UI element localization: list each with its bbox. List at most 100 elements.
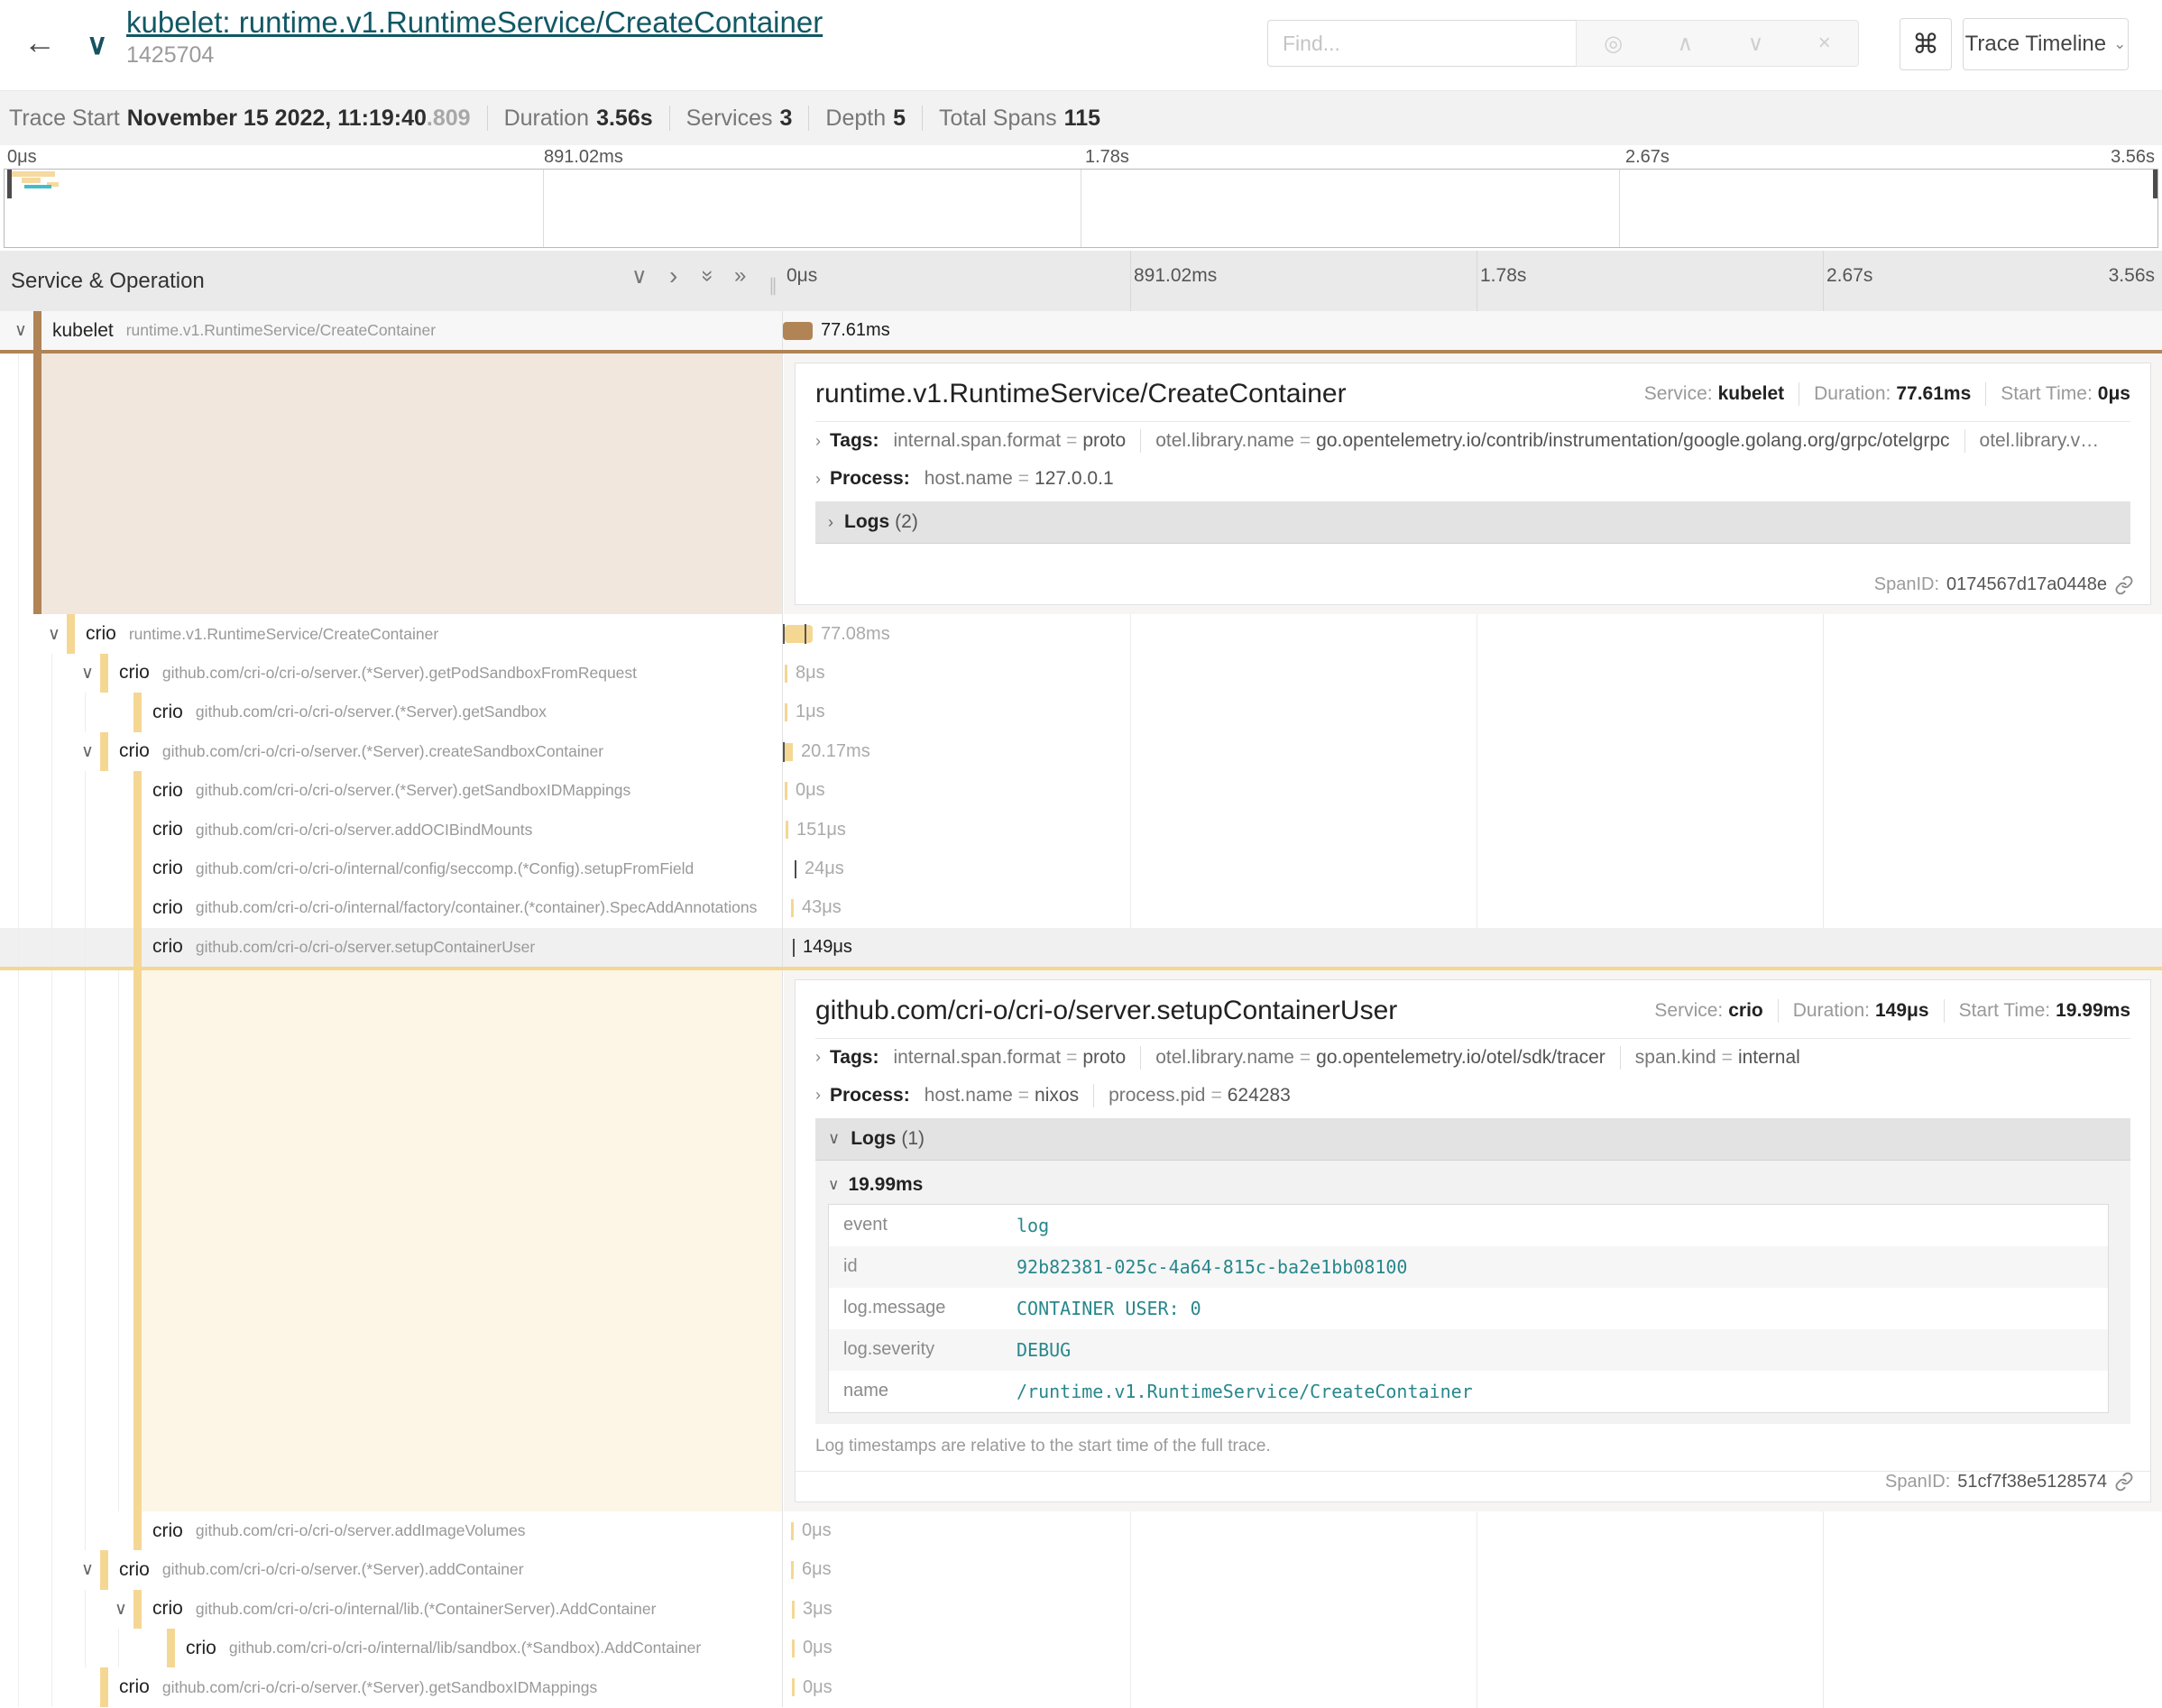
span-duration-bar[interactable] [785, 665, 787, 683]
find-input[interactable] [1267, 20, 1576, 67]
span-timeline-cell[interactable]: 77.08ms [783, 614, 2162, 653]
span-duration-bar[interactable] [786, 821, 788, 839]
span-row[interactable]: criogithub.com/cri-o/cri-o/internal/conf… [0, 849, 2162, 888]
span-row[interactable]: ∨criogithub.com/cri-o/cri-o/server.(*Ser… [0, 732, 2162, 771]
logs-accordion[interactable]: ∨ Logs (1) [815, 1118, 2130, 1161]
span-name-cell[interactable]: criogithub.com/cri-o/cri-o/server.addIma… [0, 1511, 783, 1550]
link-icon[interactable] [2114, 1472, 2134, 1492]
column-resizer-handle[interactable]: ∥ [768, 274, 779, 297]
span-row[interactable]: criogithub.com/cri-o/cri-o/server.setupC… [0, 928, 2162, 967]
process-row[interactable]: › Process: host.name=nixosprocess.pid=62… [815, 1077, 2130, 1115]
span-duration-bar[interactable] [792, 1678, 795, 1696]
span-duration-bar[interactable] [793, 939, 795, 957]
span-duration-bar[interactable] [783, 322, 813, 340]
span-name-cell[interactable]: ∨criogithub.com/cri-o/cri-o/server.(*Ser… [0, 654, 783, 693]
span-row[interactable]: criogithub.com/cri-o/cri-o/server.addOCI… [0, 810, 2162, 849]
span-duration-bar[interactable] [785, 625, 813, 643]
chevron-down-icon[interactable]: ∨ [11, 311, 31, 350]
span-timeline-cell[interactable]: 24μs [783, 849, 2162, 888]
expand-all-icon[interactable]: » [734, 251, 746, 301]
chevron-down-icon[interactable]: ∨ [78, 732, 97, 771]
span-row[interactable]: criogithub.com/cri-o/cri-o/server.(*Serv… [0, 771, 2162, 810]
next-result-icon[interactable]: ∨ [1748, 31, 1764, 57]
span-name-cell[interactable]: criogithub.com/cri-o/cri-o/server.addOCI… [0, 810, 783, 849]
minimap-tick: 2.67s [1625, 147, 1670, 168]
span-row[interactable]: ∨kubeletruntime.v1.RuntimeService/Create… [0, 311, 2162, 350]
clear-find-icon[interactable]: × [1818, 31, 1831, 56]
span-duration-bar[interactable] [795, 860, 796, 878]
span-name-cell[interactable]: ∨criogithub.com/cri-o/cri-o/internal/lib… [0, 1590, 783, 1629]
span-row[interactable]: criogithub.com/cri-o/cri-o/internal/lib/… [0, 1629, 2162, 1667]
span-name-cell[interactable]: criogithub.com/cri-o/cri-o/server.(*Serv… [0, 1667, 783, 1706]
span-timeline-cell[interactable]: 149μs [783, 928, 2162, 967]
find-controls: ◎ ∧ ∨ × [1576, 20, 1859, 67]
tags-row[interactable]: › Tags: internal.span.format=protootel.l… [815, 1039, 2130, 1077]
span-timeline-cell[interactable]: 3μs [783, 1590, 2162, 1629]
span-name-cell[interactable]: criogithub.com/cri-o/cri-o/server.(*Serv… [0, 693, 783, 731]
span-row[interactable]: ∨crioruntime.v1.RuntimeService/CreateCon… [0, 614, 2162, 653]
span-row[interactable]: ∨criogithub.com/cri-o/cri-o/server.(*Ser… [0, 654, 2162, 693]
span-timeline-cell[interactable]: 8μs [783, 654, 2162, 693]
span-name-cell[interactable]: ∨kubeletruntime.v1.RuntimeService/Create… [0, 311, 783, 350]
span-timeline-cell[interactable]: 77.61ms [783, 311, 2162, 350]
span-timeline-cell[interactable]: 0μs [783, 1667, 2162, 1706]
span-row[interactable]: ∨criogithub.com/cri-o/cri-o/internal/lib… [0, 1590, 2162, 1629]
span-timeline-cell[interactable]: 20.17ms [783, 732, 2162, 771]
span-duration-bar[interactable] [792, 1639, 795, 1657]
tag-pair: host.name=nixos [925, 1085, 1079, 1107]
span-name-cell[interactable]: ∨crioruntime.v1.RuntimeService/CreateCon… [0, 614, 783, 653]
span-name-cell[interactable]: criogithub.com/cri-o/cri-o/internal/fact… [0, 888, 783, 927]
keyboard-shortcuts-button[interactable]: ⌘ [1900, 18, 1952, 70]
chevron-down-icon[interactable]: ∨ [78, 1550, 97, 1589]
log-entry-header[interactable]: ∨ 19.99ms [828, 1166, 2121, 1204]
span-timeline-cell[interactable]: 6μs [783, 1550, 2162, 1589]
span-duration-bar[interactable] [785, 782, 787, 800]
chevron-down-icon[interactable]: ∨ [78, 654, 97, 693]
tags-row[interactable]: › Tags: internal.span.format=protootel.l… [815, 422, 2130, 460]
indent-guide [51, 1511, 52, 1550]
logs-accordion[interactable]: › Logs (2) [815, 501, 2130, 544]
trace-title-link[interactable]: kubelet: runtime.v1.RuntimeService/Creat… [126, 5, 823, 40]
indent-guide [51, 888, 52, 927]
span-timeline-cell[interactable]: 0μs [783, 1629, 2162, 1667]
link-icon[interactable] [2114, 575, 2134, 595]
span-duration-bar[interactable] [785, 703, 787, 721]
collapse-all-icon[interactable]: » [683, 270, 733, 281]
minimap-left-handle[interactable] [7, 170, 12, 198]
indent-guide [18, 654, 19, 693]
span-timeline-cell[interactable]: 0μs [783, 771, 2162, 810]
span-name-cell[interactable]: criogithub.com/cri-o/cri-o/server.setupC… [0, 928, 783, 967]
view-selector-button[interactable]: Trace Timeline ⌄ [1963, 18, 2129, 70]
span-row[interactable]: criogithub.com/cri-o/cri-o/server.addIma… [0, 1511, 2162, 1550]
span-timeline-cell[interactable]: 43μs [783, 888, 2162, 927]
chevron-down-icon[interactable]: ∨ [111, 1590, 131, 1629]
span-name-cell[interactable]: criogithub.com/cri-o/cri-o/internal/lib/… [0, 1629, 783, 1667]
span-duration-bar[interactable] [785, 743, 793, 761]
process-row[interactable]: › Process: host.name=127.0.0.1 [815, 460, 2130, 498]
prev-result-icon[interactable]: ∧ [1678, 31, 1694, 57]
minimap-right-handle[interactable] [2153, 170, 2157, 198]
span-name-cell[interactable]: criogithub.com/cri-o/cri-o/internal/conf… [0, 849, 783, 888]
span-name-cell[interactable]: ∨criogithub.com/cri-o/cri-o/server.(*Ser… [0, 1550, 783, 1589]
span-timeline-cell[interactable]: 0μs [783, 1511, 2162, 1550]
span-name-cell[interactable]: ∨criogithub.com/cri-o/cri-o/server.(*Ser… [0, 732, 783, 771]
span-duration-bar[interactable] [791, 899, 794, 917]
locate-icon[interactable]: ◎ [1604, 31, 1623, 57]
span-duration-bar[interactable] [791, 1561, 794, 1579]
span-row[interactable]: ∨criogithub.com/cri-o/cri-o/server.(*Ser… [0, 1550, 2162, 1589]
collapse-trace-chevron-icon[interactable]: ∨ [87, 27, 107, 61]
collapse-one-icon[interactable]: ∨ [631, 251, 648, 301]
span-duration-bar[interactable] [791, 1522, 794, 1540]
timeline-tick: 1.78s [1480, 251, 1526, 301]
span-timeline-cell[interactable]: 151μs [783, 810, 2162, 849]
span-timeline-cell[interactable]: 1μs [783, 693, 2162, 731]
minimap-canvas[interactable] [4, 169, 2158, 248]
back-arrow-icon[interactable]: ← [23, 23, 56, 61]
span-row[interactable]: criogithub.com/cri-o/cri-o/internal/fact… [0, 888, 2162, 927]
chevron-down-icon[interactable]: ∨ [44, 614, 64, 653]
span-duration-bar[interactable] [792, 1601, 795, 1619]
span-row[interactable]: criogithub.com/cri-o/cri-o/server.(*Serv… [0, 1667, 2162, 1706]
expand-one-icon[interactable]: › [669, 251, 677, 301]
span-name-cell[interactable]: criogithub.com/cri-o/cri-o/server.(*Serv… [0, 771, 783, 810]
span-row[interactable]: criogithub.com/cri-o/cri-o/server.(*Serv… [0, 693, 2162, 731]
